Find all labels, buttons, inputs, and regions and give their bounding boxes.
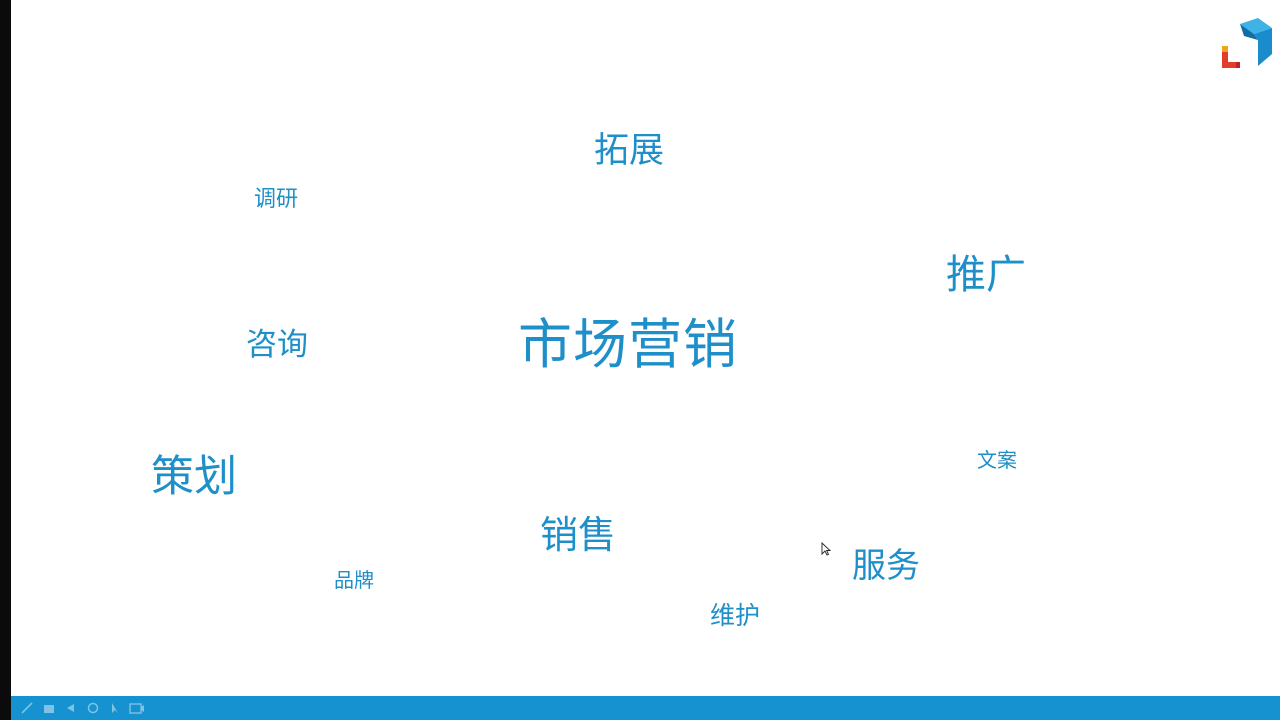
presenter-toolbar bbox=[11, 696, 1280, 720]
word-tuiguang: 推广 bbox=[946, 252, 1026, 298]
mouse-pointer-icon bbox=[821, 542, 831, 556]
arrow-icon[interactable] bbox=[63, 700, 79, 716]
word-weihu: 维护 bbox=[710, 601, 761, 630]
left-edge-bar bbox=[0, 0, 11, 720]
word-pinpai: 品牌 bbox=[334, 568, 374, 592]
pointer-icon[interactable] bbox=[107, 700, 123, 716]
word-zixun: 咨询 bbox=[246, 327, 308, 363]
eraser-icon[interactable] bbox=[85, 700, 101, 716]
word-fuwu: 服务 bbox=[852, 546, 920, 586]
word-diaoyan: 调研 bbox=[254, 187, 299, 212]
word-xiaoshou: 销售 bbox=[540, 513, 617, 557]
highlighter-icon[interactable] bbox=[41, 700, 57, 716]
brand-logo-icon bbox=[1222, 18, 1272, 68]
camera-icon[interactable] bbox=[129, 700, 145, 716]
pen-icon[interactable] bbox=[19, 700, 35, 716]
presentation-slide: 市场营销 拓展 调研 推广 咨询 策划 文案 销售 服务 品牌 维护 bbox=[0, 0, 1280, 720]
word-cehua: 策划 bbox=[151, 452, 237, 502]
word-tuozhan: 拓展 bbox=[594, 131, 665, 171]
center-word: 市场营销 bbox=[518, 313, 738, 376]
word-wenan: 文案 bbox=[977, 448, 1017, 472]
